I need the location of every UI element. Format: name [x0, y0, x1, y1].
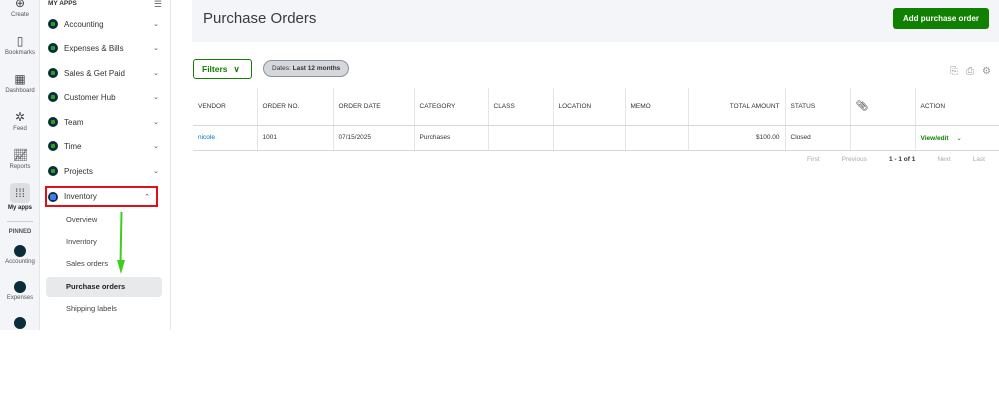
apps-nav: MY APPS ☰ Accounting ⌄ Expenses & Bills ⌄ …: [40, 0, 171, 330]
nav-team[interactable]: Team ⌄: [48, 113, 165, 131]
nav-inventory[interactable]: Inventory ⌃: [45, 186, 158, 207]
gear-icon[interactable]: ⚙: [982, 66, 991, 77]
expenses-icon: [14, 281, 26, 293]
col-class[interactable]: CLASS: [487, 88, 553, 126]
chart-icon: 📈︎: [13, 148, 29, 162]
page-title: Purchase Orders: [203, 10, 317, 27]
vendor-link[interactable]: nicole: [193, 125, 257, 151]
chevron-down-icon: ⌄: [153, 119, 159, 126]
sales-icon: [48, 68, 58, 78]
my-apps-header: MY APPS: [48, 0, 77, 7]
team-icon: [48, 117, 58, 127]
pinned-accounting[interactable]: Accounting: [0, 245, 40, 265]
chevron-down-icon: ⌄: [153, 143, 159, 150]
expenses-icon: [48, 43, 58, 53]
export-icon[interactable]: ⎘: [950, 66, 958, 77]
sales-icon: [14, 317, 26, 329]
sub-sales-orders[interactable]: Sales orders: [46, 254, 162, 274]
add-purchase-order-button[interactable]: Add purchase order: [892, 8, 989, 29]
pagination: First Previous 1 - 1 of 1 Next Last: [785, 156, 985, 163]
pager-range: 1 - 1 of 1: [888, 156, 916, 163]
nav-accounting[interactable]: Accounting ⌄: [48, 15, 165, 33]
pager-previous[interactable]: Previous: [842, 156, 867, 163]
order-no: 1001: [256, 125, 333, 151]
table-row: nicole 1001 07/15/2025 Purchases $100.00…: [193, 125, 999, 151]
col-category[interactable]: CATEGORY: [413, 88, 488, 126]
col-total-amount[interactable]: TOTAL AMOUNT: [687, 88, 785, 126]
nav-time[interactable]: Time ⌄: [48, 137, 165, 155]
pinned-label: PINNED: [8, 229, 32, 235]
rail-bookmarks[interactable]: ▯ Bookmarks: [0, 34, 40, 56]
col-memo[interactable]: MEMO: [624, 88, 688, 126]
rail-dashboard[interactable]: ▦ Dashboard: [0, 72, 40, 94]
chevron-down-icon: ⌄: [153, 168, 159, 175]
customer-hub-icon: [48, 92, 58, 102]
annotation-arrow: [117, 212, 125, 274]
nav-expenses-bills[interactable]: Expenses & Bills ⌄: [48, 39, 165, 57]
nav-sales[interactable]: Sales & Get Paid ⌄: [48, 64, 165, 82]
sub-inventory[interactable]: Inventory: [46, 232, 162, 252]
date-filter-chip[interactable]: Dates: Last 12 months: [263, 60, 350, 77]
pager-next[interactable]: Next: [937, 156, 950, 163]
chevron-up-icon: ⌃: [144, 193, 150, 201]
rail-my-apps[interactable]: ⁞⁞⁞ My apps: [0, 183, 40, 211]
feed-icon: ✲: [14, 110, 26, 124]
col-status[interactable]: STATUS: [784, 88, 850, 126]
divider: [7, 221, 33, 222]
col-vendor[interactable]: VENDOR: [193, 88, 257, 126]
inventory-icon: [48, 191, 58, 202]
nav-customer-hub[interactable]: Customer Hub ⌄: [48, 88, 165, 106]
category: Purchases: [413, 125, 488, 151]
nav-projects[interactable]: Projects ⌄: [48, 162, 165, 180]
left-rail: ⊕ Create ▯ Bookmarks ▦ Dashboard ✲ Feed 📈︎ Re…: [0, 0, 40, 330]
status: Closed: [784, 125, 850, 151]
table-tools: ⎘ ⎙ ⚙: [950, 66, 991, 77]
rail-reports[interactable]: 📈︎ Reports: [0, 148, 40, 170]
memo: [624, 125, 688, 151]
dashboard-icon: ▦: [14, 72, 26, 86]
projects-icon: [48, 166, 58, 176]
col-order-no[interactable]: ORDER NO.: [256, 88, 333, 126]
print-icon[interactable]: ⎙: [966, 66, 974, 77]
total-amount: $100.00: [687, 125, 785, 151]
chevron-down-icon[interactable]: ⌄: [956, 135, 961, 142]
table-header-row: VENDOR ORDER NO. ORDER DATE CATEGORY CLA…: [193, 88, 999, 126]
accounting-icon: [14, 245, 26, 257]
pager-first[interactable]: First: [807, 156, 820, 163]
attachment: [849, 125, 915, 151]
chevron-down-icon: ⌄: [153, 94, 159, 101]
order-date: 07/15/2025: [332, 125, 414, 151]
col-attachment: 📎︎: [849, 88, 915, 126]
sub-purchase-orders[interactable]: Purchase orders: [46, 277, 162, 297]
chevron-down-icon: ⌄: [153, 21, 159, 28]
chevron-down-icon: ⌄: [153, 70, 159, 77]
col-order-date[interactable]: ORDER DATE: [332, 88, 414, 126]
plus-circle-icon: ⊕: [14, 0, 26, 10]
col-action: ACTION: [914, 88, 999, 126]
chevron-down-icon: ⌄: [153, 45, 159, 52]
sub-shipping-labels[interactable]: Shipping labels: [46, 299, 162, 319]
time-icon: [48, 141, 58, 151]
pinned-sales[interactable]: [0, 317, 40, 331]
location: [552, 125, 625, 151]
view-edit-link[interactable]: View/edit: [921, 135, 949, 142]
class: [487, 125, 553, 151]
paperclip-icon: 📎︎: [855, 100, 869, 112]
sub-overview[interactable]: Overview: [46, 210, 162, 230]
grid-icon: ⁞⁞⁞: [10, 183, 30, 203]
collapse-nav-icon[interactable]: ☰: [154, 0, 162, 10]
filters-button[interactable]: Filters ∨: [193, 59, 252, 79]
purchase-orders-table: VENDOR ORDER NO. ORDER DATE CATEGORY CLA…: [193, 88, 999, 151]
bookmark-icon: ▯: [16, 34, 24, 48]
action-cell: View/edit ⌄: [914, 125, 999, 151]
rail-feed[interactable]: ✲ Feed: [0, 110, 40, 132]
rail-create[interactable]: ⊕ Create: [0, 0, 40, 18]
pinned-expenses[interactable]: Expenses: [0, 281, 40, 301]
chevron-down-icon: ∨: [233, 63, 240, 74]
col-location[interactable]: LOCATION: [552, 88, 625, 126]
accounting-icon: [48, 19, 58, 29]
pager-last[interactable]: Last: [973, 156, 985, 163]
page-header: Purchase Orders Add purchase order: [192, 0, 999, 42]
